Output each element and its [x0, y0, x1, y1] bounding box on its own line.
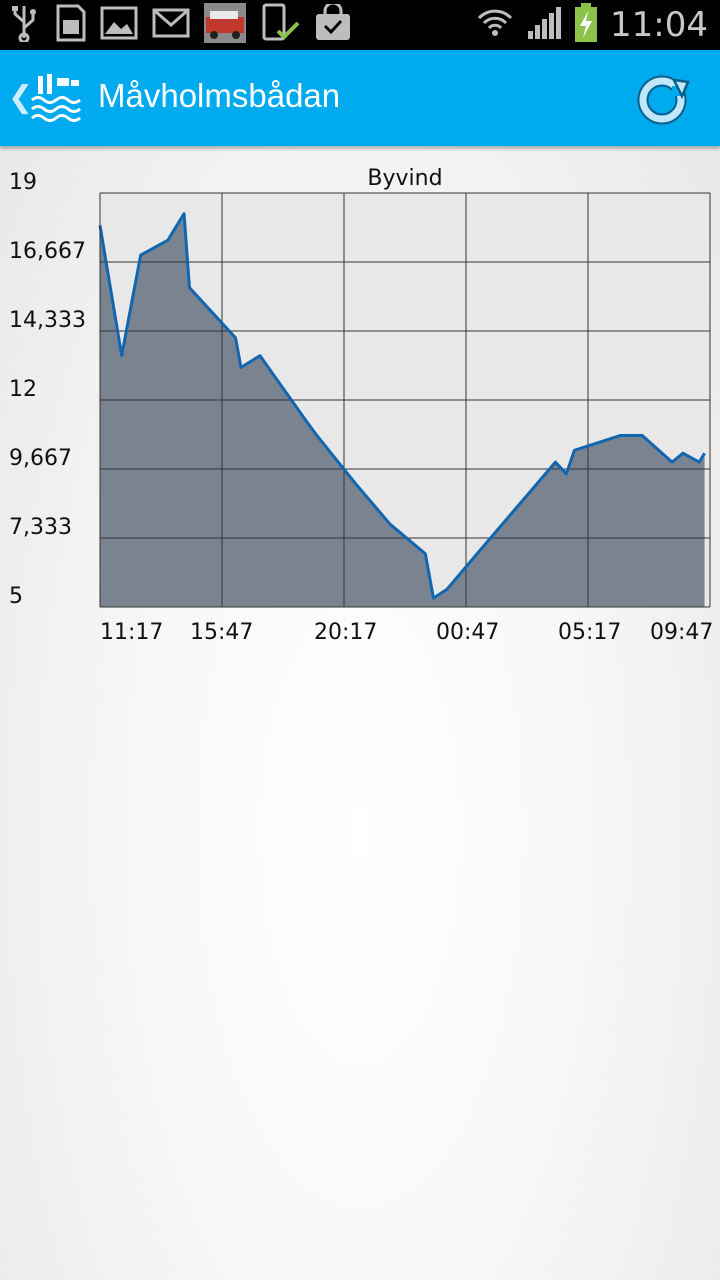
refresh-button[interactable]: [634, 70, 694, 130]
battery-charging-icon: [574, 3, 598, 47]
status-bar: 11:04: [0, 0, 720, 50]
action-bar: ❮ Måvholmsbådan: [0, 50, 720, 146]
y-tick-label: 14,333: [9, 308, 86, 333]
chart: Byvind 19 16,667 14,333 12 9,667 7,333 5 11:17…: [0, 150, 720, 670]
device-check-icon: [260, 3, 300, 47]
x-tick-label: 00:47: [436, 620, 500, 645]
shopping-bag-icon: [314, 1, 352, 46]
refresh-icon: [637, 75, 690, 125]
status-icons-left: [10, 1, 352, 47]
gmail-icon: [152, 8, 190, 42]
x-tick-label: 09:47: [650, 620, 714, 645]
page-title: Måvholmsbådan: [98, 77, 341, 114]
x-tick-label: 11:17: [100, 620, 164, 645]
status-icons-right: 11:04: [476, 0, 708, 50]
x-tick-label: 20:17: [314, 620, 378, 645]
x-tick-label: 15:47: [190, 620, 254, 645]
image-icon: [100, 6, 138, 44]
x-tick-label: 05:17: [558, 620, 622, 645]
y-tick-label: 16,667: [9, 239, 86, 264]
y-tick-label: 19: [9, 170, 37, 195]
chart-title: Byvind: [367, 166, 443, 191]
photo-thumbnail-icon: [204, 3, 246, 47]
wifi-icon: [476, 4, 514, 46]
usb-icon: [10, 4, 38, 46]
y-tick-label: 5: [9, 584, 23, 609]
chart-plot: [98, 192, 711, 608]
y-tick-label: 9,667: [9, 446, 72, 471]
signal-icon: [526, 5, 562, 45]
status-clock: 11:04: [610, 5, 708, 45]
y-tick-label: 7,333: [9, 515, 72, 540]
sd-card-icon: [52, 4, 86, 46]
y-tick-label: 12: [9, 377, 37, 402]
weather-station-icon[interactable]: [30, 72, 84, 128]
